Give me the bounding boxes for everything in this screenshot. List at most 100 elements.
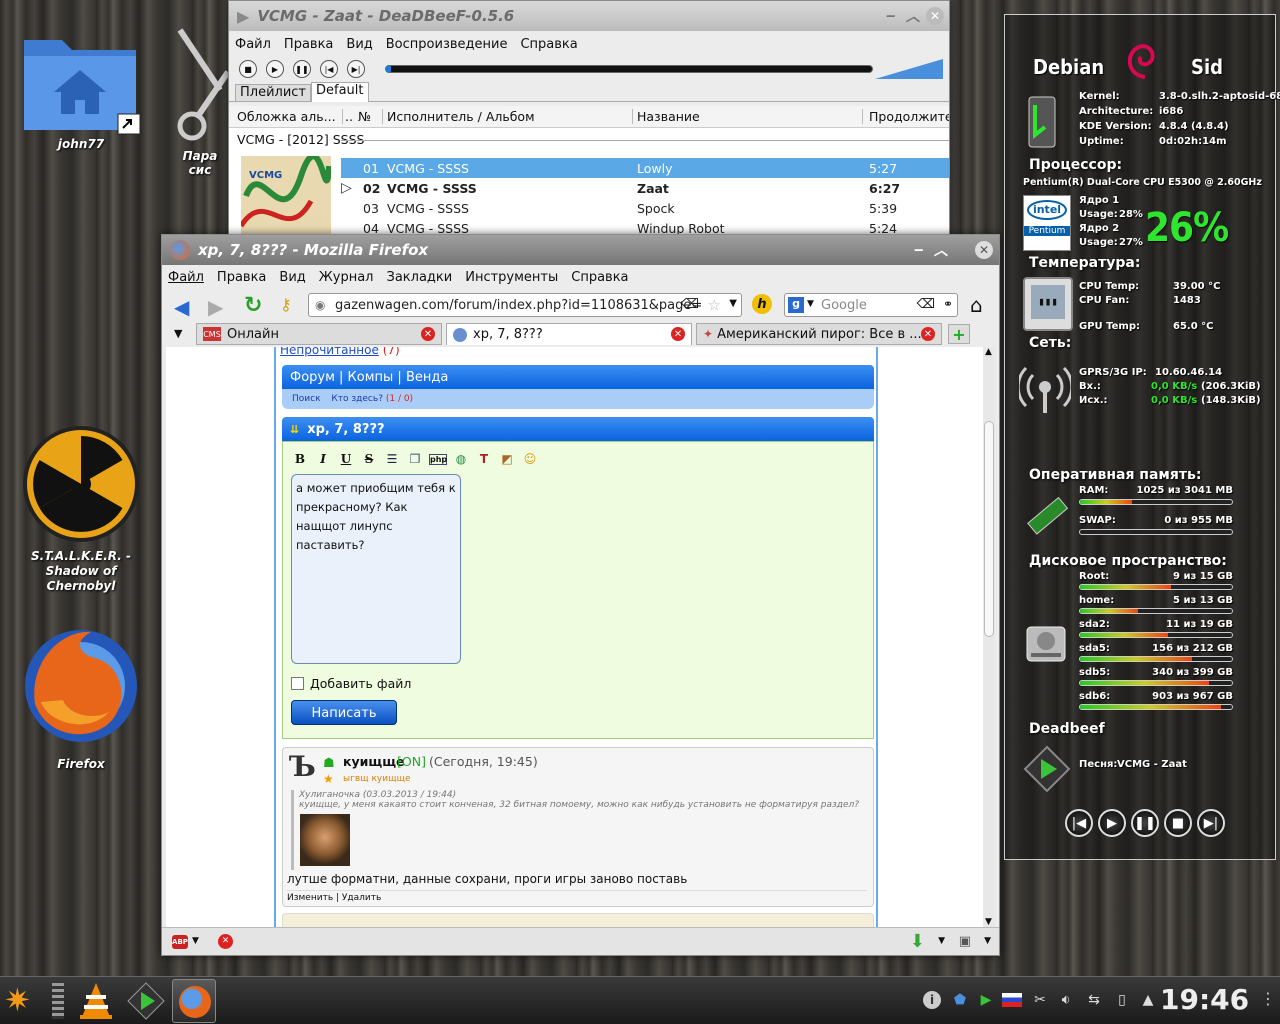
pager-icon[interactable]	[52, 983, 64, 1019]
menu-bookmarks[interactable]: Закладки	[387, 270, 453, 285]
track-row[interactable]: 03 VCMG - SSSS Spock 5:39	[341, 198, 949, 218]
firefox-task-button[interactable]	[172, 979, 216, 1023]
player-pause-icon[interactable]: ❚❚	[1131, 809, 1159, 837]
col-number[interactable]: №	[358, 109, 371, 124]
track-row[interactable]: 01 VCMG - SSSS Lowly 5:27	[341, 158, 949, 178]
tab-american-pie[interactable]: ✦ Американский пирог: Все в ... ✕	[696, 323, 942, 345]
home-icon[interactable]: ⌂	[970, 293, 983, 317]
key-icon[interactable]: ⚷	[280, 295, 292, 314]
col-title[interactable]: Название	[632, 109, 700, 124]
close-icon[interactable]: ✕	[926, 7, 944, 25]
new-tab-icon[interactable]: +	[948, 324, 970, 344]
menu-history[interactable]: Журнал	[319, 270, 374, 285]
col-artist[interactable]: Исполнитель / Альбом	[382, 109, 535, 124]
russian-flag-icon[interactable]	[1002, 989, 1022, 1011]
tab-close-icon[interactable]: ✕	[921, 327, 935, 341]
deadbeef-tray-icon[interactable]: ▶	[976, 989, 996, 1011]
bookmark-star-icon[interactable]: ☆	[708, 296, 721, 314]
desktop-icon-params[interactable]: Пара сис	[170, 22, 230, 182]
menu-tools[interactable]: Инструменты	[465, 270, 558, 285]
tab-playlist[interactable]: Плейлист	[235, 84, 312, 102]
next-icon[interactable]: ▶|	[347, 60, 365, 78]
clear-icon[interactable]: ⌫	[917, 297, 935, 312]
scroll-up-icon[interactable]: ▲	[985, 347, 992, 357]
menu-playback[interactable]: Воспроизведение	[386, 37, 508, 52]
post-author[interactable]: куищще	[343, 754, 405, 769]
menu-edit[interactable]: Правка	[217, 270, 266, 285]
dropdown-icon[interactable]: ▼	[938, 936, 945, 946]
clock[interactable]: 19:46	[1160, 983, 1249, 1016]
forum-breadcrumb[interactable]: Форум | Компы | Венда	[290, 370, 448, 385]
player-play-icon[interactable]: ▶	[1098, 809, 1126, 837]
kde-menu-icon[interactable]: ✷	[4, 981, 31, 1019]
unread-link[interactable]: Непрочитанное	[280, 347, 379, 357]
dropdown-icon[interactable]: ▼	[192, 936, 199, 946]
search-input[interactable]: Google	[821, 298, 867, 313]
tab-current[interactable]: xp, 7, 8??? ✕	[446, 323, 692, 345]
bold-button[interactable]: B	[291, 452, 309, 466]
adblock-icon[interactable]: ABP	[172, 935, 188, 949]
tab-list-icon[interactable]: ▼	[174, 327, 182, 340]
text-color-icon[interactable]: T	[475, 452, 493, 466]
menu-help[interactable]: Справка	[520, 37, 577, 52]
dropdown-icon[interactable]: ▼	[984, 936, 991, 946]
tray-expand-icon[interactable]: ▲	[1138, 989, 1158, 1011]
col-status[interactable]: ..	[342, 109, 353, 124]
vlc-icon[interactable]	[78, 981, 114, 1021]
menu-help[interactable]: Справка	[571, 270, 628, 285]
seek-bar[interactable]	[385, 65, 873, 73]
col-duration[interactable]: Продолжите	[862, 109, 949, 124]
search-link[interactable]: Поиск	[292, 394, 321, 404]
italic-button[interactable]: I	[314, 452, 332, 466]
desktop-icon-firefox[interactable]: Firefox	[18, 624, 144, 774]
menu-view[interactable]: Вид	[279, 270, 305, 285]
site-identity-icon[interactable]: ◉	[315, 298, 325, 312]
who-here-link[interactable]: Кто здесь?	[331, 394, 383, 404]
forward-icon[interactable]: ▶	[208, 295, 223, 319]
strike-button[interactable]: S	[360, 452, 378, 466]
stop-loading-icon[interactable]: ✕	[218, 934, 233, 949]
desktop-icon-stalker[interactable]: S.T.A.L.K.E.R. - Shadow of Chernobyl	[18, 424, 144, 604]
download-arrow-icon[interactable]: ⬇	[910, 931, 925, 952]
volume-icon[interactable]: 🔉︎	[1056, 989, 1076, 1011]
col-cover[interactable]: Обложка аль...	[237, 109, 336, 124]
firefox-titlebar[interactable]: xp, 7, 8??? - Mozilla Firefox ‒ ︿ ✕	[162, 235, 999, 265]
tab-close-icon[interactable]: ✕	[421, 327, 435, 341]
search-bar[interactable]: g ▼ Google ⌫ ⚭	[784, 293, 958, 317]
dropdown-icon[interactable]: ▼	[729, 298, 737, 309]
desktop-icon-home[interactable]: john77	[18, 26, 144, 166]
shield-icon[interactable]: ⬟	[950, 989, 970, 1011]
edit-link[interactable]: Изменить	[287, 893, 333, 903]
network-icon[interactable]: ⇆	[1084, 989, 1104, 1011]
copy-icon[interactable]: ❐	[406, 452, 424, 466]
minimize-icon[interactable]: ‒	[883, 8, 899, 24]
player-stop-icon[interactable]: ■	[1164, 809, 1192, 837]
scissors-icon[interactable]: ✂	[1030, 989, 1050, 1011]
tab-default[interactable]: Default	[311, 82, 369, 102]
minimize-icon[interactable]: ‒	[911, 242, 927, 258]
menu-view[interactable]: Вид	[346, 37, 372, 52]
desktop-toolbox-icon[interactable]: ⋮	[1260, 989, 1276, 1011]
maximize-icon[interactable]: ︿	[933, 242, 949, 259]
volume-bar[interactable]	[875, 59, 943, 79]
pause-icon[interactable]: ❚❚	[293, 60, 311, 78]
stop-icon[interactable]: ■	[239, 60, 257, 78]
tab-online[interactable]: CMS Онлайн ✕	[196, 323, 442, 345]
attach-checkbox[interactable]	[291, 677, 304, 690]
tab-close-icon[interactable]: ✕	[671, 327, 685, 341]
phone-icon[interactable]: ▯	[1112, 989, 1132, 1011]
track-row[interactable]: ▷ 02 VCMG - SSSS Zaat 6:27	[341, 178, 949, 198]
player-prev-icon[interactable]: |◀	[1065, 809, 1093, 837]
message-textarea[interactable]: а может приобщим тебя к прекрасному? Как…	[291, 474, 461, 664]
maximize-icon[interactable]: ︿	[905, 8, 921, 25]
link-globe-icon[interactable]: ◍	[452, 452, 470, 466]
reload-icon[interactable]: ↻	[244, 293, 262, 318]
underline-button[interactable]: U	[337, 452, 355, 466]
google-icon[interactable]: g	[788, 297, 804, 313]
deadbeef-launcher-icon[interactable]	[126, 981, 166, 1021]
menu-file[interactable]: Файл	[168, 270, 204, 285]
binoculars-icon[interactable]: ⚭	[943, 297, 953, 311]
search-engine-dropdown-icon[interactable]: ▼	[807, 299, 814, 309]
submit-button[interactable]: Написать	[291, 700, 397, 725]
smiley-icon[interactable]: ☺	[521, 452, 539, 466]
